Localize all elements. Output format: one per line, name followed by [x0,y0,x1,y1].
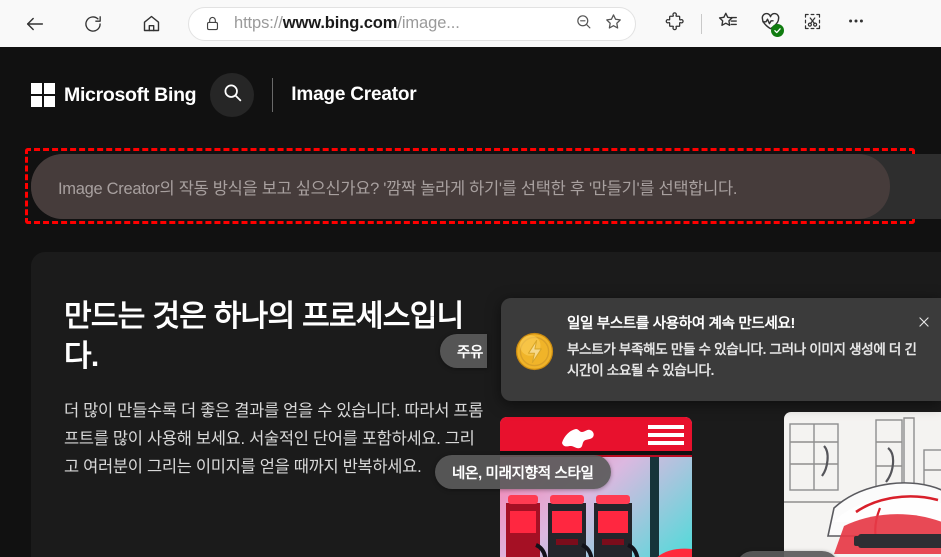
sample-image-pencil[interactable] [784,412,941,557]
web-capture-button[interactable] [795,7,829,41]
star-outline-icon [604,12,623,36]
prompt-right-rail [890,154,941,219]
info-heading: 만드는 것은 하나의 프로세스입니다. [64,300,464,373]
home-icon [141,13,162,34]
info-copy: 만드는 것은 하나의 프로세스입니다. 더 많이 만들수록 더 좋은 결과를 얻… [64,297,484,481]
toast-text-block: 일일 부스트를 사용하여 계속 만드세요! 부스트가 부족해도 만들 수 있습니… [567,314,917,381]
address-bar[interactable]: https://www.bing.com/image... [188,6,636,41]
collections-star-icon [717,10,739,37]
zoom-out-icon [575,13,592,35]
close-icon [917,315,931,334]
microsoft-grid-icon [31,83,55,107]
settings-and-more-button[interactable] [839,7,873,41]
url-path: /image... [397,14,460,32]
zoom-out-button[interactable] [569,10,597,38]
refresh-icon [83,14,103,34]
chip-fuel[interactable]: 주유 [440,334,488,368]
boost-coin-icon [514,331,555,372]
check-circle-icon [771,23,784,37]
lock-icon[interactable] [204,15,221,32]
home-button[interactable] [133,6,169,42]
browser-toolbar: https://www.bing.com/image... [0,0,941,47]
browser-essentials-button[interactable] [753,7,787,41]
back-button[interactable] [17,6,53,42]
boost-toast: 일일 부스트를 사용하여 계속 만드세요! 부스트가 부족해도 만들 수 있습니… [501,298,941,401]
bing-wordmark: Microsoft Bing [64,83,197,106]
url-text[interactable]: https://www.bing.com/image... [234,14,569,33]
extensions-button[interactable] [658,7,692,41]
url-host: www.bing.com [282,14,398,32]
page-title: Image Creator [291,84,417,105]
toast-body: 부스트가 부족해도 만들 수 있습니다. 그러나 이미지 생성에 더 긴 시간이… [567,342,917,378]
add-favorite-button[interactable] [599,10,627,38]
search-icon [222,82,243,108]
site-header: Microsoft Bing Image Creator [0,57,941,133]
reload-button[interactable] [75,6,111,42]
chip-pencil[interactable]: 연필 드로잉 [736,551,839,557]
bing-logo-link[interactable]: Microsoft Bing [31,83,197,107]
toast-close-button[interactable] [910,310,938,338]
url-scheme: https:// [234,14,283,32]
header-divider [272,78,274,112]
web-capture-scissors-icon [802,11,823,37]
prompt-placeholder-text: Image Creator의 작동 방식을 보고 싶으신가요? '깜짝 놀라게 … [58,179,738,198]
arrow-left-icon [24,13,46,35]
collections-button[interactable] [711,7,745,41]
ellipsis-horizontal-icon [846,11,866,36]
toast-title: 일일 부스트를 사용하여 계속 만드세요! [567,316,796,332]
prompt-row: Image Creator의 작동 방식을 보고 싶으신가요? '깜짝 놀라게 … [0,148,941,224]
toolbar-divider [701,13,702,34]
info-body: 더 많이 만들수록 더 좋은 결과를 얻을 수 있습니다. 따라서 프롬프트를 … [64,402,484,476]
prompt-input[interactable]: Image Creator의 작동 방식을 보고 싶으신가요? '깜짝 놀라게 … [31,154,890,219]
chip-neon[interactable]: 네온, 미래지향적 스타일 [435,455,611,489]
puzzle-piece-icon [665,11,685,36]
page-content: Microsoft Bing Image Creator Image Creat… [0,47,941,557]
header-search-button[interactable] [210,73,255,117]
pencil-drawing-car-illustration [784,412,941,557]
